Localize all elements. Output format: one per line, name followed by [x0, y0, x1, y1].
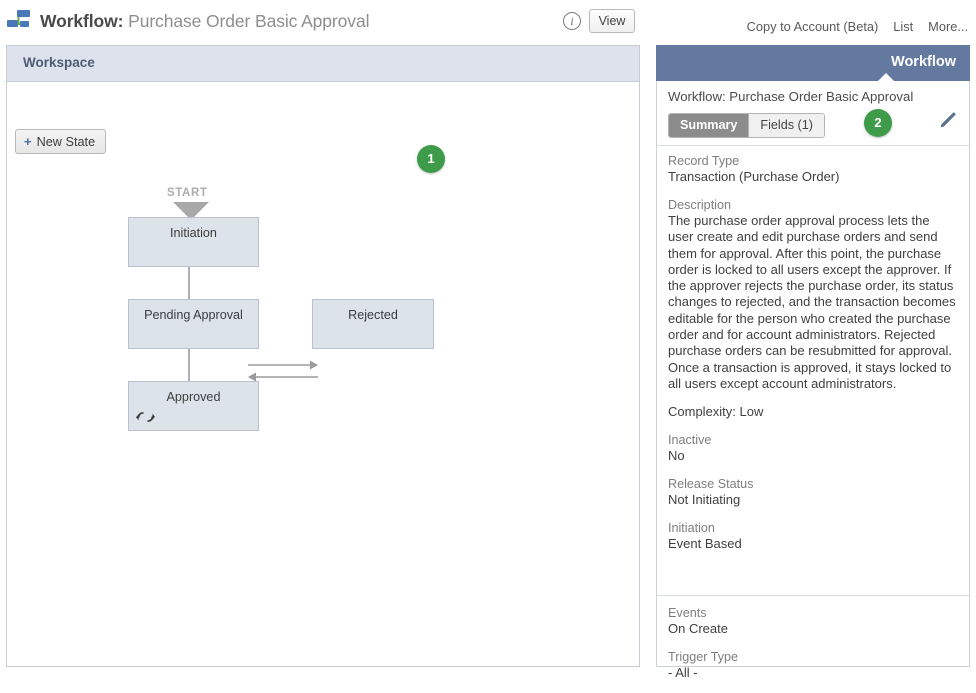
field-value: On Create [668, 621, 956, 637]
field-value: - All - [668, 665, 956, 681]
field-value: The purchase order approval process lets… [668, 213, 956, 392]
state-node-label: Rejected [313, 308, 433, 322]
field-label: Trigger Type [668, 649, 956, 665]
field-label: Record Type [668, 153, 956, 169]
field-label: Description [668, 197, 956, 213]
tab-summary[interactable]: Summary [669, 114, 748, 137]
field-trigger-type: Trigger Type - All - [668, 649, 956, 681]
field-initiation: Initiation Event Based [668, 520, 956, 552]
field-value: Not Initiating [668, 492, 956, 508]
info-circle-icon[interactable]: i [563, 12, 581, 30]
new-state-button[interactable]: + New State [15, 129, 106, 154]
field-description: Description The purchase order approval … [668, 197, 956, 392]
field-record-type: Record Type Transaction (Purchase Order) [668, 153, 956, 185]
state-node-label: Initiation [129, 226, 258, 240]
field-value: Transaction (Purchase Order) [668, 169, 956, 185]
workspace-panel: Workspace + New State 1 START [6, 45, 640, 667]
state-node-label: Pending Approval [129, 308, 258, 322]
view-button[interactable]: View [589, 9, 635, 33]
field-label: Release Status [668, 476, 956, 492]
state-node-label: Approved [129, 390, 258, 404]
field-inactive: Inactive No [668, 432, 956, 464]
state-node-pending-approval[interactable]: Pending Approval [128, 299, 259, 349]
summary-section-primary: Record Type Transaction (Purchase Order)… [668, 153, 956, 564]
panel-divider [657, 595, 969, 596]
start-label: START [167, 187, 207, 199]
workspace-titlebar: Workspace [7, 46, 639, 82]
workspace-title: Workspace [23, 55, 95, 70]
field-label: Events [668, 605, 956, 621]
state-node-initiation[interactable]: Initiation [128, 217, 259, 267]
new-state-label: New State [37, 130, 96, 154]
summary-section-secondary: Events On Create Trigger Type - All - [668, 605, 956, 693]
panel-divider [657, 145, 969, 146]
details-tab-group: Summary Fields (1) [668, 113, 825, 138]
field-label: Initiation [668, 520, 956, 536]
title-block: Workflow: Purchase Order Basic Approval [6, 6, 369, 36]
field-complexity: Complexity: Low [668, 404, 956, 420]
link-more[interactable]: More... [928, 19, 968, 34]
field-release-status: Release Status Not Initiating [668, 476, 956, 508]
details-subtitle: Workflow: Purchase Order Basic Approval [668, 89, 913, 104]
page-title-name: Purchase Order Basic Approval [123, 11, 369, 31]
plus-icon: + [24, 135, 32, 148]
link-list[interactable]: List [893, 19, 913, 34]
state-node-rejected[interactable]: Rejected [312, 299, 434, 349]
loop-arrows-icon [136, 410, 156, 424]
workflow-canvas[interactable]: + New State 1 START Initiation [7, 82, 639, 666]
field-value: No [668, 448, 956, 464]
details-panel-header: Workflow [656, 45, 970, 81]
workflow-diagram-icon [6, 9, 32, 33]
header-links: Copy to Account (Beta) List More... [747, 19, 968, 34]
field-label: Inactive [668, 432, 956, 448]
pencil-icon[interactable] [935, 111, 957, 133]
page-title: Workflow: Purchase Order Basic Approval [40, 11, 369, 32]
page-header: Workflow: Purchase Order Basic Approval … [0, 0, 976, 42]
link-copy-to-account[interactable]: Copy to Account (Beta) [747, 19, 879, 34]
field-value: Event Based [668, 536, 956, 552]
details-panel-title: Workflow [891, 54, 956, 70]
tab-fields[interactable]: Fields (1) [748, 114, 823, 137]
state-node-approved[interactable]: Approved [128, 381, 259, 431]
field-events: Events On Create [668, 605, 956, 637]
details-panel-body: Workflow: Purchase Order Basic Approval … [656, 81, 970, 667]
annotation-badge-1: 1 [417, 145, 445, 173]
page-title-prefix: Workflow: [40, 11, 123, 31]
details-panel: Workflow Workflow: Purchase Order Basic … [656, 45, 970, 667]
annotation-badge-2: 2 [864, 109, 892, 137]
